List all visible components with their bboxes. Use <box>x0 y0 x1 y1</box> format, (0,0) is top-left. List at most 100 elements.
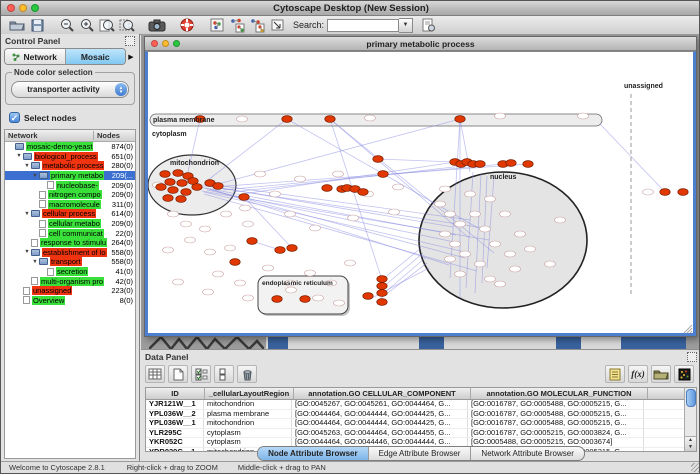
search-options-icon[interactable] <box>419 17 437 33</box>
column-header[interactable] <box>648 388 684 399</box>
table-cell: [GO:0016787, GO:0005488, GO:0005215, G..… <box>468 400 644 409</box>
tree-column-nodes[interactable]: Nodes <box>94 131 135 140</box>
tree-row[interactable]: ▼establishment of lo558(0) <box>5 248 135 258</box>
tree-expander-icon[interactable]: ▼ <box>31 173 39 179</box>
network-view-titlebar[interactable]: primary metabolic process <box>145 37 696 51</box>
table-row[interactable]: YPL036W__2plasma membrane[GO:0044464, GO… <box>146 410 684 420</box>
help-lifesaver-icon[interactable] <box>178 17 196 33</box>
background-window-fragment <box>266 336 419 349</box>
tree-expander-icon[interactable]: ▼ <box>23 163 31 169</box>
delete-attribute-icon[interactable] <box>237 365 257 383</box>
tree-row[interactable]: multi-organism pro42(0) <box>5 276 135 286</box>
status-pan-hint: Middle-click + drag to PAN <box>238 463 326 472</box>
tree-row[interactable]: ▼transport558(0) <box>5 257 135 267</box>
tree-row[interactable]: ▼biological_process651(0) <box>5 152 135 162</box>
tree-row[interactable]: ▼metabolic process280(0) <box>5 161 135 171</box>
select-nodes-row: ✓ Select nodes <box>9 112 131 123</box>
tree-expander-icon[interactable]: ▼ <box>23 211 31 217</box>
svg-text:mitochondrion: mitochondrion <box>170 160 219 167</box>
network-canvas[interactable]: plasma membranecytoplasmmitochondrionnuc… <box>145 51 696 336</box>
table-cell: plasma membrane <box>204 410 292 419</box>
tree-row[interactable]: response to stimulu264(0) <box>5 238 135 248</box>
new-attribute-icon[interactable] <box>168 365 188 383</box>
dropdown-stepper-icon: ▲▼ <box>115 83 127 96</box>
tree-row-node-count: 264(0) <box>111 238 135 247</box>
tree-row[interactable]: secretion41(0) <box>5 267 135 277</box>
attribute-table: ID_cellularLayoutRegionannotation.GO CEL… <box>145 387 697 452</box>
table-cell: [GO:0045263, GO:0044464, GO:0044455, G..… <box>292 429 468 438</box>
column-header[interactable]: ID <box>146 388 205 399</box>
tree-row-label: metabolic process <box>42 161 104 170</box>
tree-row-label: multi-organism pro <box>40 277 104 286</box>
import-icon[interactable] <box>268 17 286 33</box>
layout-icon[interactable] <box>228 17 246 33</box>
zoom-selected-icon[interactable] <box>118 17 136 33</box>
table-row[interactable]: YJR121W__1mitochondrion[GO:0045267, GO:0… <box>146 400 684 410</box>
select-nodes-checkbox[interactable]: ✓ <box>9 112 20 123</box>
tree-expander-icon[interactable]: ▼ <box>23 249 31 255</box>
open-icon[interactable] <box>8 17 26 33</box>
tree-column-network[interactable]: Network <box>5 131 94 140</box>
tree-row-node-count: 311(0) <box>112 200 135 209</box>
file-icon <box>39 200 46 208</box>
data-panel-header: Data Panel <box>141 350 700 363</box>
select-attributes-icon[interactable] <box>191 365 211 383</box>
save-icon[interactable] <box>28 17 46 33</box>
table-row[interactable]: YPL036W__1mitochondrion[GO:0044464, GO:0… <box>146 419 684 429</box>
tab-edge-attribute-browser[interactable]: Edge Attribute Browser <box>369 447 472 460</box>
snapshot-camera-icon[interactable] <box>148 17 166 33</box>
search-input[interactable] <box>327 19 399 32</box>
tree-row[interactable]: cellular metabo209(0) <box>5 219 135 229</box>
tab-node-attribute-browser[interactable]: Node Attribute Browser <box>258 447 369 460</box>
notes-icon[interactable] <box>605 365 625 383</box>
table-cell <box>644 400 684 409</box>
tab-network[interactable]: Network <box>5 49 66 64</box>
layout-alt-icon[interactable] <box>248 17 266 33</box>
tree-row[interactable]: ▼primary metabo209(... <box>5 171 135 181</box>
zoom-out-icon[interactable] <box>58 17 76 33</box>
tree-row[interactable]: unassigned223(0) <box>5 286 135 296</box>
matrix-icon[interactable] <box>674 365 694 383</box>
table-row[interactable]: YLR295Ccytoplasm[GO:0045263, GO:0044464,… <box>146 429 684 439</box>
tab-network-attribute-browser[interactable]: Network Attribute Browser <box>471 447 583 460</box>
background-network-drawing <box>149 337 264 349</box>
resize-grip[interactable] <box>691 463 700 472</box>
scrollbar-thumb[interactable] <box>686 389 696 407</box>
zoom-fit-icon[interactable] <box>98 17 116 33</box>
vizmapper-icon[interactable] <box>208 17 226 33</box>
zoom-in-icon[interactable] <box>78 17 96 33</box>
import-attributes-icon[interactable] <box>651 365 671 383</box>
tree-expander-icon[interactable]: ▼ <box>31 259 39 265</box>
column-header[interactable]: annotation.GO MOLECULAR_FUNCTION <box>471 388 648 399</box>
function-builder-icon[interactable]: f(x) <box>628 365 648 383</box>
tree-row-node-count: 614(0) <box>111 209 135 218</box>
tree-expander-icon[interactable]: ▼ <box>15 153 23 159</box>
network-tab-icon <box>12 53 20 61</box>
attribute-table-icon[interactable] <box>145 365 165 383</box>
unselect-attributes-icon[interactable] <box>214 365 234 383</box>
svg-text:plasma membrane: plasma membrane <box>153 117 215 124</box>
tab-scroll-right-icon[interactable]: ▶ <box>126 53 136 61</box>
column-header[interactable]: _cellularLayoutRegion <box>205 388 294 399</box>
network-desktop: primary metabolic process plasma membran… <box>141 34 700 349</box>
tree-row[interactable]: nucleobase-209(0) <box>5 180 135 190</box>
tree-row[interactable]: ▼cellular process614(0) <box>5 209 135 219</box>
tree-row[interactable]: Overview8(0) <box>5 296 135 306</box>
float-panel-icon[interactable] <box>687 352 697 362</box>
tree-row-node-count: 41(0) <box>115 267 135 276</box>
tree-row[interactable]: nitrogen compo209(0) <box>5 190 135 200</box>
node-color-dropdown[interactable]: transporter activity ▲▼ <box>11 81 129 98</box>
column-header[interactable]: annotation.GO CELLULAR_COMPONENT <box>294 388 471 399</box>
tree-row[interactable]: mosaic-demo-yeast874(0) <box>5 142 135 152</box>
float-panel-icon[interactable] <box>125 36 135 46</box>
tree-row[interactable]: macromolecule311(0) <box>5 200 135 210</box>
tab-mosaic[interactable]: Mosaic <box>66 49 126 64</box>
tree-row-node-count: 651(0) <box>111 152 135 161</box>
tree-row[interactable]: cell communicat22(0) <box>5 228 135 238</box>
background-window-fragment <box>441 336 556 349</box>
status-zoom-hint: Right-click + drag to ZOOM <box>127 463 218 472</box>
browser-tabs: Node Attribute Browser Edge Attribute Br… <box>141 446 700 461</box>
control-panel-tabs: Network Mosaic ▶ <box>4 48 136 65</box>
search-dropdown-button[interactable]: ▼ <box>399 18 413 33</box>
table-scrollbar[interactable]: ▲▼ <box>684 388 696 451</box>
